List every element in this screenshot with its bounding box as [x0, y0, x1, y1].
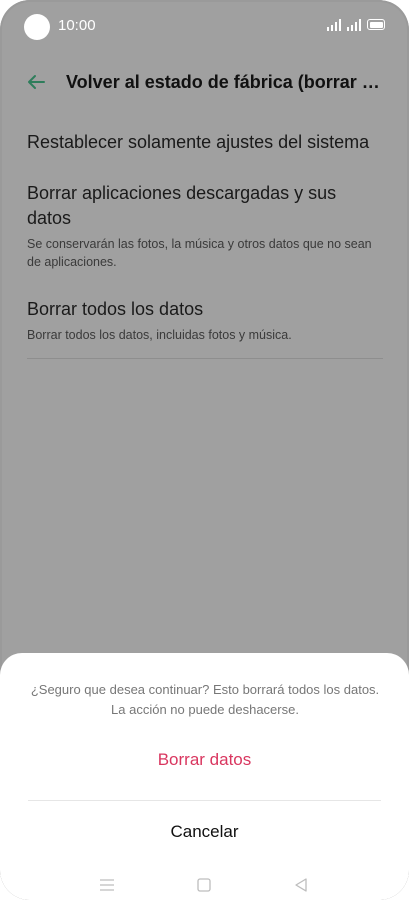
menu-icon[interactable]	[95, 874, 119, 896]
page-title: Volver al estado de fábrica (borrar to..…	[66, 72, 384, 92]
option-reset-system-settings[interactable]: Restablecer solamente ajustes del sistem…	[27, 130, 383, 155]
status-time: 10:00	[58, 17, 96, 34]
option-subtitle: Se conservarán las fotos, la música y ot…	[27, 237, 372, 269]
signal-icon	[327, 19, 341, 31]
square-icon[interactable]	[192, 874, 216, 896]
status-bar: 10:00	[0, 0, 409, 52]
signal-icon	[347, 19, 361, 31]
divider	[27, 358, 383, 359]
cancel-button[interactable]: Cancelar	[0, 817, 409, 847]
camera-cutout	[24, 14, 50, 40]
confirm-bottom-sheet: ¿Seguro que desea continuar? Esto borrar…	[0, 653, 409, 900]
navigation-bar	[0, 874, 409, 896]
option-erase-all-data[interactable]: Borrar todos los datos Borrar todos los …	[27, 297, 383, 344]
triangle-back-icon[interactable]	[289, 874, 313, 896]
phone-screen: 10:00 Volver al estado de fábrica (borra…	[0, 0, 409, 900]
option-subtitle: Borrar todos los datos, incluidas fotos …	[27, 328, 292, 342]
reset-options-list: Restablecer solamente ajustes del sistem…	[27, 130, 383, 359]
option-erase-downloaded-apps[interactable]: Borrar aplicaciones descargadas y sus da…	[27, 181, 383, 271]
status-icons	[327, 17, 385, 31]
option-title: Borrar aplicaciones descargadas y sus da…	[27, 183, 337, 228]
option-title: Restablecer solamente ajustes del sistem…	[27, 132, 370, 152]
erase-data-button[interactable]: Borrar datos	[0, 745, 409, 775]
dialog-message: ¿Seguro que desea continuar? Esto borrar…	[30, 682, 380, 717]
option-title: Borrar todos los datos	[27, 299, 204, 319]
divider	[28, 800, 381, 801]
arrow-left-icon[interactable]	[24, 70, 48, 94]
battery-icon	[367, 19, 385, 30]
app-header: Volver al estado de fábrica (borrar to..…	[0, 62, 409, 102]
